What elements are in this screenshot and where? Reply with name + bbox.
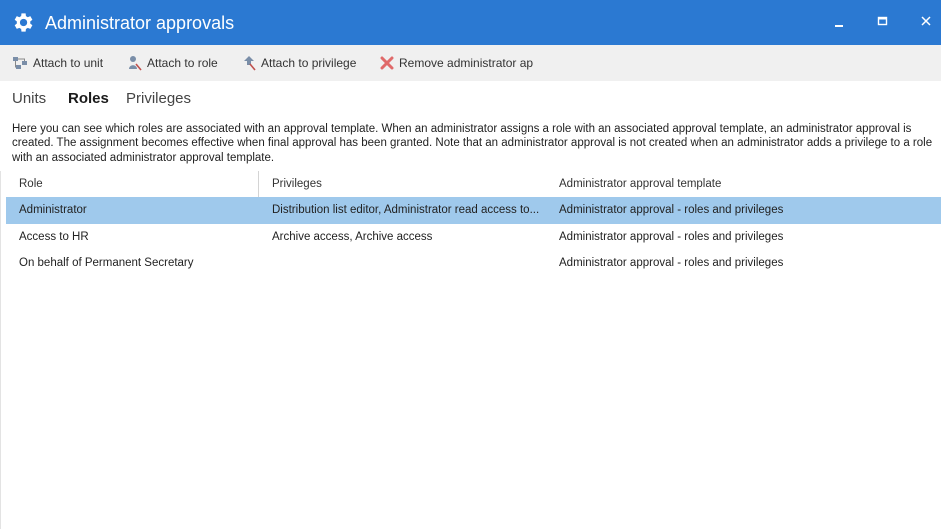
role-cell: Administrator bbox=[19, 204, 87, 216]
privilege-icon bbox=[244, 56, 256, 71]
maximize-icon[interactable] bbox=[873, 12, 893, 32]
description-text: Here you can see which roles are associa… bbox=[12, 123, 933, 164]
attach-to-role-label: Attach to role bbox=[147, 56, 218, 70]
attach-to-unit-label: Attach to unit bbox=[33, 56, 104, 70]
role-cell: On behalf of Permanent Secretary bbox=[19, 257, 194, 269]
attach-to-unit-button[interactable]: Attach to unit bbox=[12, 54, 103, 72]
roles-grid: Role Privileges Administrator approval t… bbox=[0, 171, 941, 277]
table-row[interactable]: On behalf of Permanent Secretary Adminis… bbox=[0, 250, 941, 277]
privileges-cell: Distribution list editor, Administrator … bbox=[272, 204, 540, 216]
approval-template-cell: Administrator approval - roles and privi… bbox=[559, 257, 784, 269]
grid-header: Role Privileges Administrator approval t… bbox=[0, 171, 941, 197]
toolbar: Attach to unit Attach to role Attach to … bbox=[0, 45, 941, 81]
tab-roles[interactable]: Roles bbox=[68, 90, 109, 107]
org-unit-icon bbox=[13, 57, 27, 69]
tab-units[interactable]: Units bbox=[12, 90, 46, 107]
approval-template-cell: Administrator approval - roles and privi… bbox=[559, 204, 784, 216]
tab-privileges[interactable]: Privileges bbox=[126, 90, 191, 107]
attach-to-privilege-button[interactable]: Attach to privilege bbox=[242, 54, 356, 72]
remove-administrator-approval-label: Remove administrator ap bbox=[399, 56, 534, 70]
table-row[interactable]: Access to HR Archive access, Archive acc… bbox=[0, 224, 941, 251]
column-header-privileges[interactable]: Privileges bbox=[272, 178, 542, 190]
column-divider[interactable] bbox=[258, 171, 259, 197]
attach-to-privilege-label: Attach to privilege bbox=[261, 56, 357, 70]
role-icon bbox=[129, 56, 142, 71]
privileges-cell: Archive access, Archive access bbox=[272, 230, 433, 243]
title-bar: Administrator approvals bbox=[0, 0, 941, 45]
column-header-approval-template[interactable]: Administrator approval template bbox=[559, 178, 721, 190]
column-header-role[interactable]: Role bbox=[19, 178, 43, 190]
gear-icon bbox=[14, 13, 33, 32]
minimize-icon[interactable] bbox=[829, 12, 849, 32]
remove-x-icon bbox=[380, 56, 394, 70]
table-row[interactable]: Administrator Distribution list editor, … bbox=[6, 197, 941, 224]
role-cell: Access to HR bbox=[19, 230, 89, 243]
window-title: Administrator approvals bbox=[45, 13, 235, 33]
close-icon[interactable] bbox=[917, 12, 937, 32]
approval-template-cell: Administrator approval - roles and privi… bbox=[559, 230, 784, 243]
attach-to-role-button[interactable]: Attach to role bbox=[128, 54, 218, 72]
remove-administrator-approval-button[interactable]: Remove administrator ap bbox=[380, 54, 533, 72]
